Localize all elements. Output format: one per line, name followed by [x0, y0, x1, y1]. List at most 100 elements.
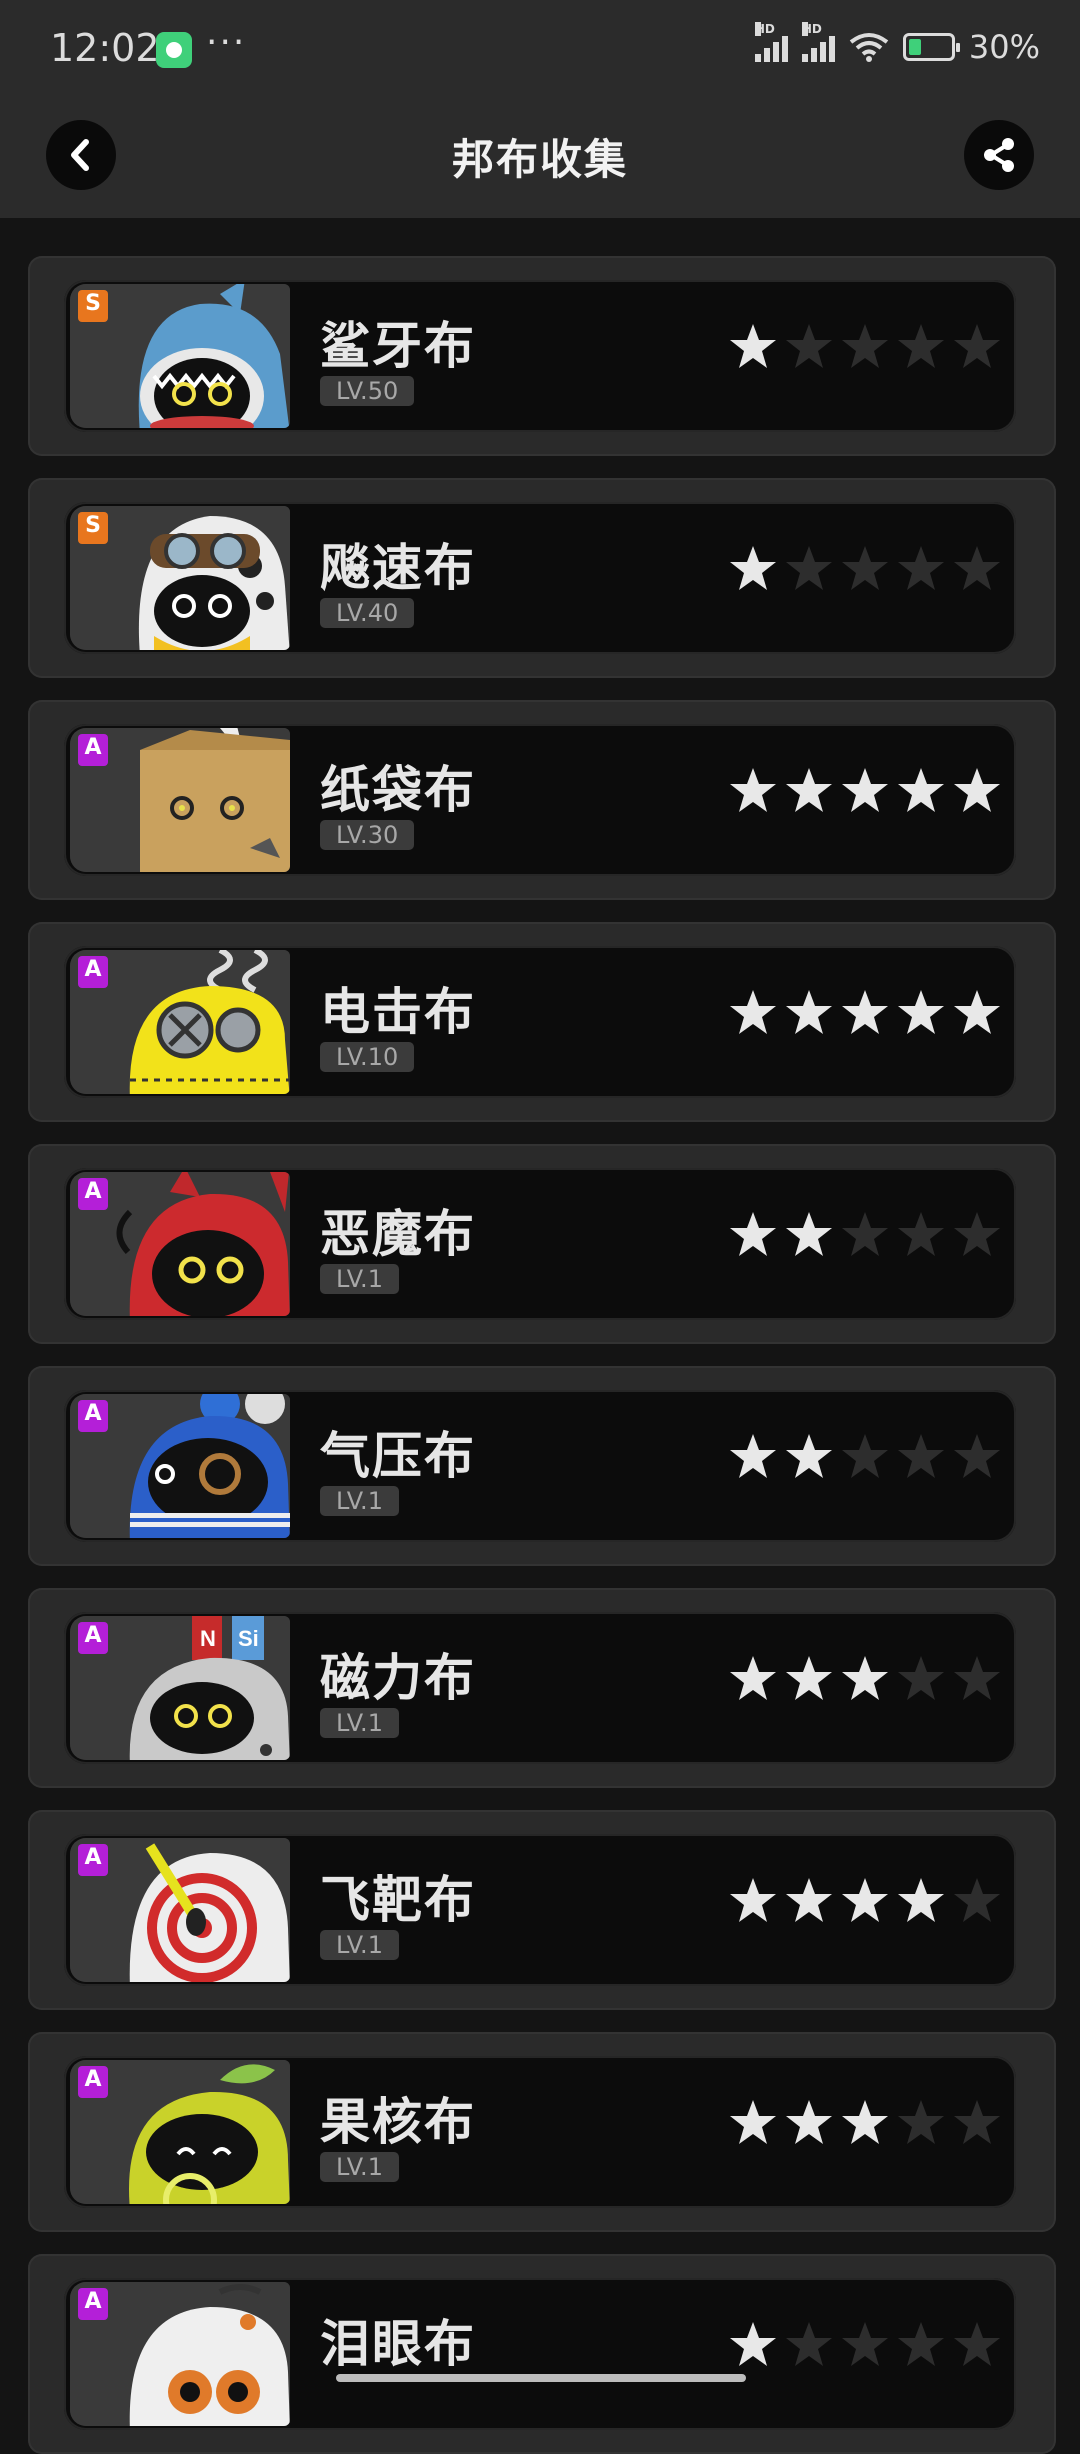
bangboo-name: 磁力布 [320, 1649, 476, 1707]
bangboo-portrait: A [70, 950, 290, 1094]
level-badge: LV.40 [320, 598, 415, 628]
home-indicator[interactable] [336, 2374, 746, 2382]
bangboo-name: 鲨牙布 [320, 317, 476, 375]
star-empty-icon [898, 2322, 944, 2366]
rank-badge: A [78, 734, 108, 766]
bangboo-name: 飞靶布 [320, 1871, 476, 1929]
bangboo-card[interactable]: A 果核布 LV.1 [28, 2032, 1056, 2232]
bangboo-card-body: A 果核布 LV.1 [64, 2056, 1016, 2208]
bangboo-card[interactable]: N Si A 磁力布 LV.1 [28, 1588, 1056, 1788]
bangboo-card[interactable]: A 纸袋布 LV.30 [28, 700, 1056, 900]
rank-badge: A [78, 956, 108, 988]
star-rating [728, 2098, 1002, 2148]
star-empty-icon [842, 546, 888, 590]
star-filled-icon [898, 990, 944, 1034]
rank-badge: A [78, 1622, 108, 1654]
star-empty-icon [954, 2100, 1000, 2144]
bangboo-portrait: N Si A [70, 1616, 290, 1760]
bangboo-portrait: A [70, 728, 290, 872]
star-empty-icon [786, 2322, 832, 2366]
signal-1-icon: HD [754, 22, 788, 62]
star-rating [728, 1654, 1002, 1704]
star-empty-icon [954, 546, 1000, 590]
star-empty-icon [842, 1434, 888, 1478]
bangboo-card-body: A 气压布 LV.1 [64, 1390, 1016, 1542]
bangboo-card-body: S 飚速布 LV.40 [64, 502, 1016, 654]
star-filled-icon [730, 1878, 776, 1922]
star-rating [728, 1210, 1002, 1260]
star-empty-icon [954, 1656, 1000, 1700]
star-filled-icon [730, 2322, 776, 2366]
bangboo-card-body: A 纸袋布 LV.30 [64, 724, 1016, 876]
star-filled-icon [730, 324, 776, 368]
bangboo-portrait: A [70, 1394, 290, 1538]
page-header: 邦布收集 [0, 100, 1080, 218]
star-filled-icon [730, 1434, 776, 1478]
bangboo-card[interactable]: S 飚速布 LV.40 [28, 478, 1056, 678]
battery-percent: 30% [968, 28, 1040, 66]
star-filled-icon [842, 768, 888, 812]
star-rating [728, 1432, 1002, 1482]
bangboo-name: 纸袋布 [320, 761, 476, 819]
level-badge: LV.30 [320, 820, 415, 850]
svg-text:Si: Si [238, 1626, 259, 1651]
star-rating [728, 988, 1002, 1038]
page-title: 邦布收集 [451, 135, 628, 184]
star-filled-icon [730, 1656, 776, 1700]
bangboo-card-body: N Si A 磁力布 LV.1 [64, 1612, 1016, 1764]
share-button[interactable] [964, 120, 1034, 190]
bangboo-portrait: S [70, 506, 290, 650]
level-badge: LV.1 [320, 1486, 399, 1516]
star-filled-icon [842, 990, 888, 1034]
wifi-icon [849, 33, 889, 62]
star-filled-icon [842, 1878, 888, 1922]
share-icon [984, 138, 1014, 172]
bangboo-card[interactable]: A 飞靶布 LV.1 [28, 1810, 1056, 2010]
rank-badge: A [78, 2288, 108, 2320]
star-filled-icon [730, 1212, 776, 1256]
star-empty-icon [954, 1212, 1000, 1256]
bangboo-card[interactable]: A 气压布 LV.1 [28, 1366, 1056, 1566]
bangboo-card[interactable]: A 泪眼布 [28, 2254, 1056, 2454]
star-filled-icon [786, 990, 832, 1034]
star-rating [728, 322, 1002, 372]
star-filled-icon [786, 768, 832, 812]
star-filled-icon [786, 1212, 832, 1256]
bangboo-card[interactable]: A 恶魔布 LV.1 [28, 1144, 1056, 1344]
bangboo-portrait: A [70, 1172, 290, 1316]
more-notifications-indicator: ··· [206, 22, 247, 63]
star-empty-icon [898, 1212, 944, 1256]
star-empty-icon [898, 324, 944, 368]
star-filled-icon [730, 546, 776, 590]
bangboo-name: 气压布 [320, 1427, 476, 1485]
bangboo-name: 恶魔布 [320, 1205, 476, 1263]
bangboo-card-body: S 鲨牙布 LV.50 [64, 280, 1016, 432]
level-badge: LV.1 [320, 1708, 399, 1738]
bangboo-portrait: A [70, 2282, 290, 2426]
bangboo-card-body: A 飞靶布 LV.1 [64, 1834, 1016, 1986]
star-rating [728, 544, 1002, 594]
bangboo-name: 电击布 [320, 983, 476, 1041]
level-badge: LV.1 [320, 1264, 399, 1294]
bangboo-card-body: A 电击布 LV.10 [64, 946, 1016, 1098]
star-filled-icon [954, 768, 1000, 812]
star-empty-icon [898, 2100, 944, 2144]
level-badge: LV.10 [320, 1042, 415, 1072]
bangboo-card[interactable]: A 电击布 LV.10 [28, 922, 1056, 1122]
star-empty-icon [954, 1434, 1000, 1478]
bangboo-name: 果核布 [320, 2093, 476, 2151]
bangboo-name: 飚速布 [320, 539, 476, 597]
rank-badge: A [78, 2066, 108, 2098]
bangboo-portrait: S [70, 284, 290, 428]
star-filled-icon [786, 1878, 832, 1922]
rank-badge: S [78, 290, 108, 322]
star-empty-icon [898, 1656, 944, 1700]
bangboo-card[interactable]: S 鲨牙布 LV.50 [28, 256, 1056, 456]
star-filled-icon [898, 1878, 944, 1922]
star-filled-icon [730, 768, 776, 812]
star-empty-icon [954, 2322, 1000, 2366]
star-filled-icon [786, 1656, 832, 1700]
star-empty-icon [954, 1878, 1000, 1922]
star-empty-icon [786, 546, 832, 590]
star-rating [728, 1876, 1002, 1926]
